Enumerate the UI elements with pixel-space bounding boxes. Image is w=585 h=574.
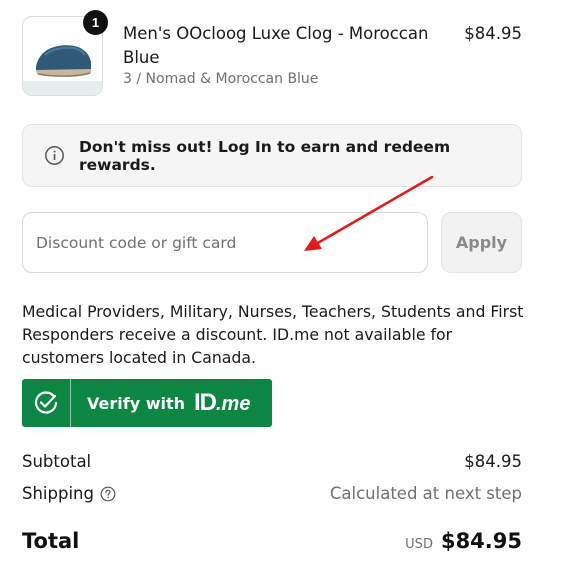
verify-with-idme-button[interactable]: Verify with ID .me [22, 379, 272, 427]
total-value: $84.95 [440, 529, 522, 553]
apply-discount-button[interactable]: Apply [441, 212, 522, 273]
total-value-wrap: USD $84.95 [405, 529, 522, 553]
product-variant: 3 / Nomad & Moroccan Blue [123, 71, 319, 87]
subtotal-value: $84.95 [464, 452, 522, 471]
total-label: Total [22, 529, 80, 553]
subtotal-row: Subtotal $84.95 [22, 452, 522, 471]
shipping-value: Calculated at next step [329, 484, 522, 503]
discount-code-input[interactable] [22, 212, 428, 273]
quantity-badge: 1 [83, 10, 108, 35]
subtotal-label: Subtotal [22, 452, 92, 471]
total-row: Total USD $84.95 [22, 529, 522, 553]
discount-eligibility-text: Medical Providers, Military, Nurses, Tea… [22, 302, 524, 367]
idme-logo: ID .me [194, 389, 251, 416]
shipping-label-wrap: Shipping [22, 484, 116, 503]
idme-button-label: Verify with [87, 393, 185, 413]
login-rewards-banner[interactable]: Don't miss out! Log In to earn and redee… [22, 124, 522, 187]
info-icon [44, 145, 65, 166]
currency-code: USD [405, 537, 433, 552]
check-circle-icon [22, 379, 71, 427]
shipping-label: Shipping [22, 484, 94, 503]
product-price: $84.95 [464, 24, 522, 43]
question-circle-icon[interactable] [100, 486, 116, 502]
product-name: Men's OOcloog Luxe Clog - Moroccan Blue [123, 24, 429, 67]
login-rewards-text: Don't miss out! Log In to earn and redee… [79, 137, 451, 174]
shipping-row: Shipping Calculated at next step [22, 484, 522, 503]
